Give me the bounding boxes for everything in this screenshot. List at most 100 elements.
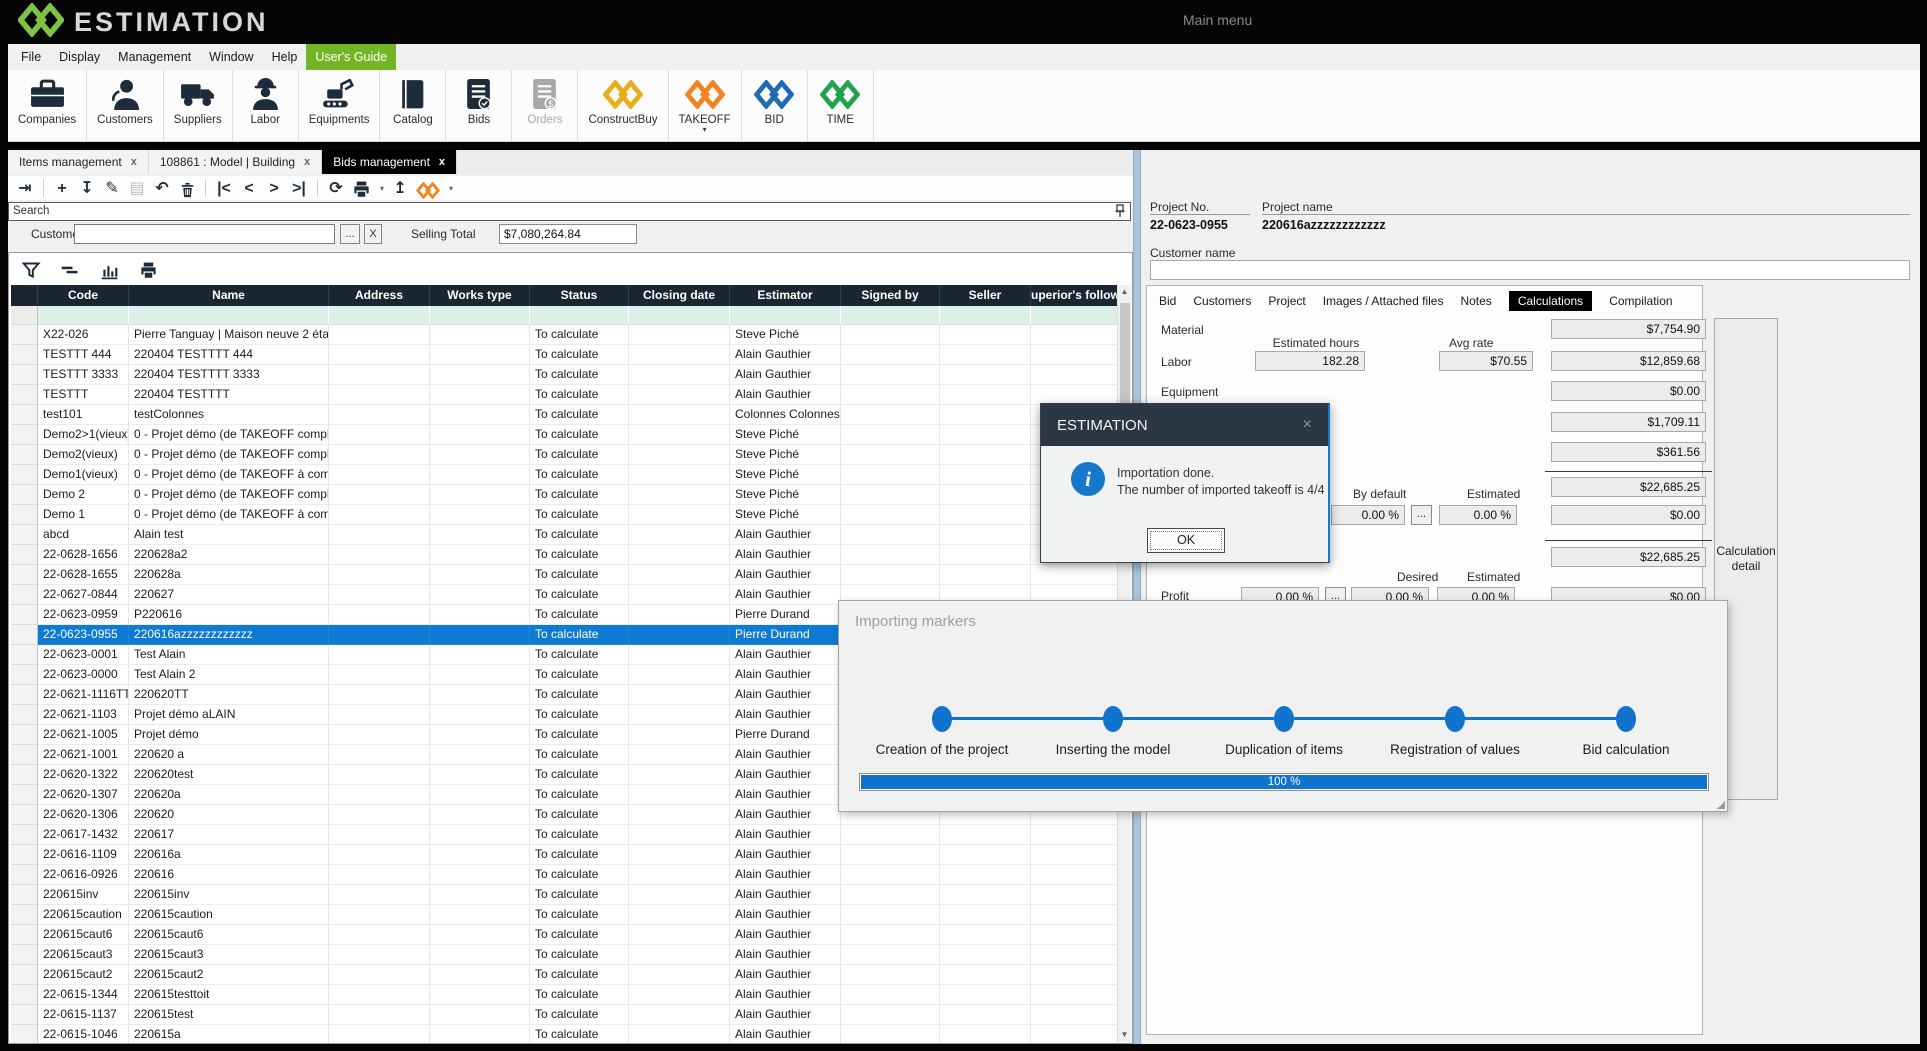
menu-management[interactable]: Management [109, 44, 200, 70]
material-total-field[interactable]: $7,754.90 [1551, 319, 1706, 339]
table-row[interactable]: TESTTT 444220404 TESTTTT 444To calculate… [11, 345, 1119, 365]
tab-calculations[interactable]: Calculations [1509, 291, 1592, 311]
menu-display[interactable]: Display [50, 44, 109, 70]
toolbar-takeoff-button[interactable]: TAKEOFF▾ [669, 70, 742, 141]
table-filter-row[interactable] [11, 306, 1119, 325]
toolbar-companies-button[interactable]: Companies [8, 70, 87, 141]
column-header-status[interactable]: Status [530, 285, 629, 306]
last-record-icon[interactable]: >| [290, 177, 308, 199]
column-header-seller[interactable]: Seller [940, 285, 1031, 306]
estimated-hours-field[interactable]: 182.28 [1255, 351, 1365, 371]
labor-total-field[interactable]: $12,859.68 [1551, 351, 1706, 371]
scroll-up-icon[interactable]: ▲ [1118, 285, 1131, 299]
filter-icon[interactable] [19, 258, 43, 282]
column-header-code[interactable]: Code [38, 285, 129, 306]
import-icon[interactable]: ↧ [78, 177, 96, 199]
filter-cell[interactable] [629, 306, 730, 325]
toolbar-customers-button[interactable]: Customers [87, 70, 164, 141]
exit-icon[interactable]: ⇥ [16, 177, 34, 199]
table-row[interactable]: 220615inv220615invTo calculateAlain Gaut… [11, 885, 1119, 905]
search-input[interactable]: Search [8, 202, 1131, 221]
tab-project[interactable]: Project [1268, 291, 1305, 311]
filter-cell[interactable] [841, 306, 940, 325]
close-tab-icon[interactable]: x [131, 156, 137, 168]
close-tab-icon[interactable]: x [439, 156, 445, 168]
toolbar-orders-button[interactable]: $Orders [512, 70, 578, 141]
tab-108861-model-building[interactable]: 108861 : Model | Buildingx [149, 150, 322, 174]
column-header-uperior-s-follow[interactable]: uperior's follow [1031, 285, 1119, 306]
toolbar-suppliers-button[interactable]: Suppliers [164, 70, 233, 141]
toolbar-constructbuy-button[interactable]: ConstructBuy [578, 70, 668, 141]
project-name-field[interactable]: 220616azzzzzzzzzzzz [1262, 214, 1910, 232]
admin-browse-button[interactable]: ... [1411, 505, 1432, 525]
next-record-icon[interactable]: > [265, 177, 283, 199]
column-header-address[interactable]: Address [329, 285, 430, 306]
project-no-field[interactable]: 22-0623-0955 [1150, 214, 1250, 232]
table-row[interactable]: X22-026Pierre Tanguay | Maison neuve 2 é… [11, 325, 1119, 345]
dialog-titlebar[interactable]: ESTIMATION × [1041, 404, 1328, 446]
customer-clear-button[interactable]: X [364, 224, 382, 244]
table-row[interactable]: abcdAlain testTo calculateAlain Gauthier [11, 525, 1119, 545]
total-before-profit-field[interactable]: $22,685.25 [1551, 547, 1706, 567]
toolbar-equipments-button[interactable]: Equipments [299, 70, 381, 141]
close-tab-icon[interactable]: x [304, 156, 310, 168]
table-row[interactable]: 22-0615-1137220615testTo calculateAlain … [11, 1005, 1119, 1025]
first-record-icon[interactable]: |< [215, 177, 233, 199]
equipment-total-field[interactable]: $0.00 [1551, 381, 1706, 401]
pin-icon[interactable] [1114, 204, 1126, 224]
resize-grip-icon[interactable] [1717, 801, 1725, 809]
customer-browse-button[interactable]: ... [340, 224, 360, 244]
filter-cell[interactable] [730, 306, 841, 325]
customer-input[interactable] [74, 224, 335, 244]
row5-total-field[interactable]: $361.56 [1551, 442, 1706, 462]
pane-splitter[interactable] [1133, 150, 1141, 1044]
filter-cell[interactable] [530, 306, 629, 325]
customer-name-field[interactable] [1150, 260, 1910, 280]
filter-cell[interactable] [11, 306, 38, 325]
chevron-down-icon[interactable]: ▾ [380, 184, 384, 193]
table-row[interactable]: TESTTT220404 TESTTTTTo calculateAlain Ga… [11, 385, 1119, 405]
tab-images-attached-files[interactable]: Images / Attached files [1323, 291, 1444, 311]
column-header-estimator[interactable]: Estimator [730, 285, 841, 306]
toolbar-labor-button[interactable]: Labor [233, 70, 299, 141]
toolbar-bids-button[interactable]: Bids [446, 70, 512, 141]
tab-compilation[interactable]: Compilation [1609, 291, 1672, 311]
undo-icon[interactable]: ↶ [153, 177, 171, 199]
print-icon[interactable] [352, 177, 371, 199]
table-row[interactable]: 22-0628-1655220628aTo calculateAlain Gau… [11, 565, 1119, 585]
export-icon[interactable]: ↥ [391, 177, 409, 199]
takeoff-link-icon[interactable] [416, 177, 440, 199]
add-icon[interactable]: + [53, 177, 71, 199]
table-row[interactable]: 220615caut2220615caut2To calculateAlain … [11, 965, 1119, 985]
table-row[interactable]: 22-0615-1344220615testtoitTo calculateAl… [11, 985, 1119, 1005]
close-icon[interactable]: × [1303, 416, 1312, 434]
table-row[interactable]: 22-0628-1656220628a2To calculateAlain Ga… [11, 545, 1119, 565]
table-row[interactable]: 220615caut6220615caut6To calculateAlain … [11, 925, 1119, 945]
prev-record-icon[interactable]: < [240, 177, 258, 199]
edit-icon[interactable]: ✎ [103, 177, 121, 199]
chevron-down-icon[interactable]: ▾ [703, 126, 707, 134]
avg-rate-field[interactable]: $70.55 [1439, 351, 1533, 371]
table-row[interactable]: 220615caut3220615caut3To calculateAlain … [11, 945, 1119, 965]
filter-cell[interactable] [38, 306, 129, 325]
scroll-down-icon[interactable]: ▼ [1118, 1028, 1131, 1042]
menu-window[interactable]: Window [200, 44, 262, 70]
column-header-selector[interactable] [11, 285, 38, 306]
column-header-name[interactable]: Name [129, 285, 329, 306]
table-row[interactable]: 22-0616-1109220616aTo calculateAlain Gau… [11, 845, 1119, 865]
table-row[interactable]: 22-0617-1432220617To calculateAlain Gaut… [11, 825, 1119, 845]
table-row[interactable]: TESTTT 3333220404 TESTTTT 3333To calcula… [11, 365, 1119, 385]
admin-pct-default-field[interactable]: 0.00 % [1331, 505, 1405, 525]
row4-total-field[interactable]: $1,709.11 [1551, 412, 1706, 432]
table-row[interactable]: Demo2(vieux)0 - Projet démo (de TAKEOFF … [11, 445, 1119, 465]
menu-file[interactable]: File [12, 44, 50, 70]
ok-button[interactable]: OK [1147, 528, 1225, 553]
toolbar-time-button[interactable]: TIME [808, 70, 874, 141]
table-row[interactable]: 220615caution220615cautionTo calculateAl… [11, 905, 1119, 925]
delete-icon[interactable] [178, 177, 196, 199]
column-header-signed-by[interactable]: Signed by [841, 285, 940, 306]
table-row[interactable]: Demo 10 - Projet démo (de TAKEOFF à comp… [11, 505, 1119, 525]
toolbar-bid-button[interactable]: BID [742, 70, 808, 141]
admin-total-field[interactable]: $0.00 [1551, 505, 1706, 525]
table-row[interactable]: Demo1(vieux)0 - Projet démo (de TAKEOFF … [11, 465, 1119, 485]
